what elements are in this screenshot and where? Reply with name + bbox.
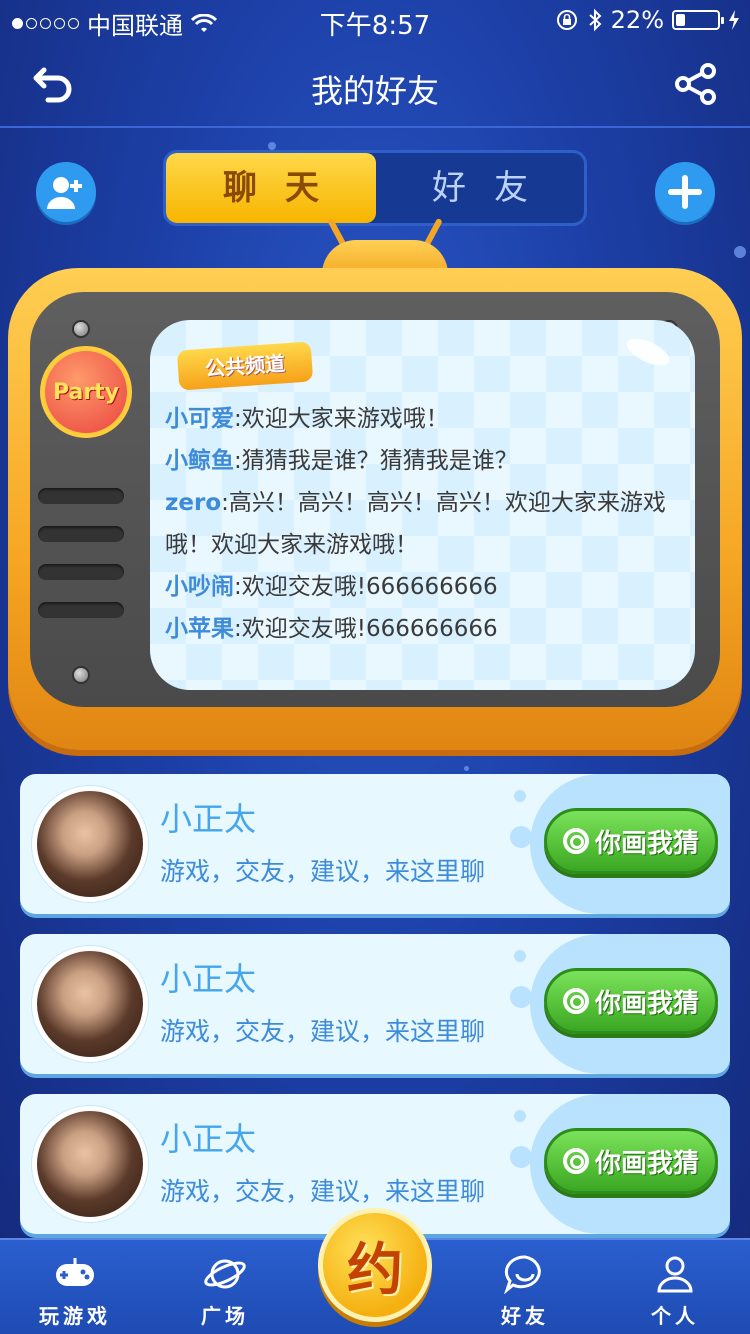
battery-percent: 22% [610, 6, 664, 34]
nav-label: 玩游戏 [39, 1304, 111, 1328]
friend-description: 游戏，交友，建议，来这里聊 [160, 1177, 486, 1206]
message-text: :高兴！高兴！高兴！高兴！欢迎大家来游戏哦！欢迎大家来游戏哦！ [165, 490, 666, 558]
charging-icon [729, 10, 739, 30]
decorative-star [464, 766, 469, 771]
plus-icon [668, 175, 702, 209]
message-sender[interactable]: zero [165, 490, 221, 516]
battery-icon [672, 10, 724, 30]
status-right: 22% [555, 6, 740, 34]
friend-avatar[interactable] [32, 786, 148, 902]
nav-friends[interactable]: 好友 [470, 1254, 580, 1329]
party-badge[interactable]: Party [40, 346, 132, 438]
channel-message: 小苹果:欢迎交友哦!666666666 [165, 608, 685, 650]
tab-chat[interactable]: 聊天 [166, 153, 376, 223]
message-sender[interactable]: 小吵闹 [165, 574, 234, 600]
swirl-icon [562, 988, 589, 1014]
nav-label: 广场 [201, 1304, 249, 1328]
friend-card[interactable]: 小正太 游戏，交友，建议，来这里聊 你画我猜 [20, 934, 730, 1074]
friend-card[interactable]: 小正太 游戏，交友，建议，来这里聊 你画我猜 [20, 774, 730, 914]
card-decoration [510, 826, 532, 848]
friend-description: 游戏，交友，建议，来这里聊 [160, 857, 486, 886]
channel-message: 小吵闹:欢迎交友哦!666666666 [165, 566, 685, 608]
battery-level [676, 14, 685, 26]
message-text: :猜猜我是谁？猜猜我是谁？ [234, 448, 518, 474]
planet-icon [204, 1259, 246, 1289]
message-text: :欢迎大家来游戏哦！ [234, 406, 449, 432]
message-sender[interactable]: 小苹果 [165, 616, 234, 642]
bluetooth-icon [588, 8, 602, 32]
appointment-button[interactable]: 约 [318, 1208, 432, 1322]
screw [72, 666, 90, 684]
nav-profile[interactable]: 个人 [620, 1254, 730, 1329]
game-button-label: 你画我猜 [594, 828, 699, 859]
card-decoration [514, 1110, 526, 1122]
channel-message: 小可爱:欢迎大家来游戏哦！ [165, 398, 685, 440]
tv-vent [38, 526, 124, 542]
gamepad-icon [56, 1258, 94, 1286]
decorative-star [734, 246, 746, 258]
decorative-star [268, 142, 276, 150]
card-decoration [510, 1146, 532, 1168]
tab-friends[interactable]: 好友 [376, 153, 584, 223]
draw-guess-button[interactable]: 你画我猜 [544, 1128, 718, 1194]
nav-label: 好友 [501, 1304, 549, 1328]
game-button-label: 你画我猜 [594, 988, 699, 1019]
draw-guess-button[interactable]: 你画我猜 [544, 968, 718, 1034]
rotation-lock-icon [556, 10, 577, 30]
navigation-header: 我的好友 [0, 40, 750, 128]
message-text: :欢迎交友哦!666666666 [234, 574, 498, 600]
channel-message: zero:高兴！高兴！高兴！高兴！欢迎大家来游戏哦！欢迎大家来游戏哦！ [165, 482, 685, 566]
card-decoration [514, 950, 526, 962]
add-friend-button[interactable] [36, 162, 96, 222]
friend-name: 小正太 [160, 800, 257, 838]
message-sender[interactable]: 小鲸鱼 [165, 448, 234, 474]
person-icon [657, 1256, 693, 1293]
screw [72, 320, 90, 338]
friend-description: 游戏，交友，建议，来这里聊 [160, 1017, 486, 1046]
friend-name: 小正太 [160, 1120, 257, 1158]
draw-guess-button[interactable]: 你画我猜 [544, 808, 718, 874]
swirl-icon [562, 828, 589, 854]
card-decoration [510, 986, 532, 1008]
chat-friends-switch: 聊天 好友 [163, 150, 587, 226]
message-text: :欢迎交友哦!666666666 [234, 616, 498, 642]
page-title: 我的好友 [310, 72, 439, 110]
message-sender[interactable]: 小可爱 [165, 406, 234, 432]
game-button-label: 你画我猜 [594, 1148, 699, 1179]
tv-vent [38, 488, 124, 504]
nav-square[interactable]: 广场 [170, 1254, 280, 1329]
status-bar: 中国联通 下午8:57 22% [0, 0, 750, 41]
add-user-icon [47, 177, 82, 209]
nav-label: 个人 [651, 1304, 699, 1328]
tv-vent [38, 564, 124, 580]
nav-play-games[interactable]: 玩游戏 [20, 1254, 130, 1329]
channel-message-list: 小可爱:欢迎大家来游戏哦！ 小鲸鱼:猜猜我是谁？猜猜我是谁？ zero:高兴！高… [165, 398, 685, 650]
swirl-icon [562, 1148, 589, 1174]
friend-avatar[interactable] [32, 946, 148, 1062]
friend-name: 小正太 [160, 960, 257, 998]
share-icon[interactable] [674, 62, 718, 106]
tv-vent [38, 602, 124, 618]
chat-bubble-icon [504, 1255, 541, 1294]
channel-message: 小鲸鱼:猜猜我是谁？猜猜我是谁？ [165, 440, 685, 482]
friend-avatar[interactable] [32, 1106, 148, 1222]
add-button[interactable] [655, 162, 715, 222]
card-decoration [514, 790, 526, 802]
